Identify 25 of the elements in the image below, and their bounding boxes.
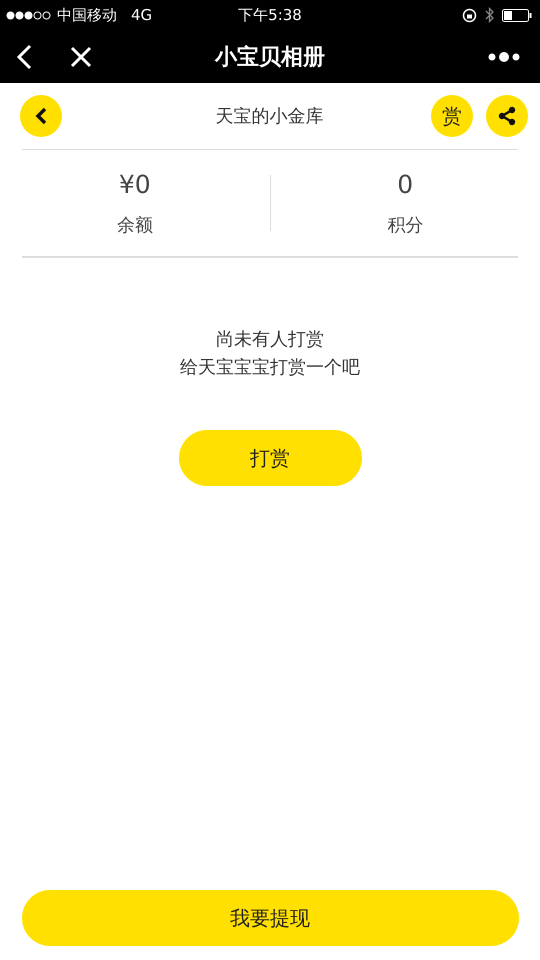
- nav-title: 小宝贝相册: [215, 44, 325, 72]
- network-type: 4G: [131, 6, 152, 24]
- back-icon: [34, 106, 48, 126]
- empty-message: 给天宝宝宝打赏一个吧: [180, 356, 360, 380]
- stat-label: 积分: [387, 214, 424, 236]
- reward-button[interactable]: 赏: [431, 95, 473, 137]
- stat-value: ¥0: [118, 170, 151, 198]
- withdraw-button[interactable]: 我要提现: [22, 890, 518, 946]
- share-button[interactable]: [486, 95, 528, 137]
- close-icon[interactable]: [70, 46, 92, 68]
- stat-value: 0: [397, 170, 414, 198]
- back-icon[interactable]: [16, 44, 32, 70]
- rotation-lock-icon: [462, 8, 477, 22]
- stat-label: 余额: [116, 214, 153, 236]
- battery-icon: [502, 8, 532, 22]
- bluetooth-icon: [485, 7, 494, 23]
- back-button[interactable]: [20, 95, 62, 137]
- empty-message: 尚未有人打赏: [216, 328, 324, 352]
- more-icon[interactable]: [488, 50, 520, 62]
- share-icon: [497, 106, 517, 126]
- page-title: 天宝的小金库: [214, 105, 324, 128]
- status-time: 下午5:38: [238, 6, 302, 24]
- carrier-name: 中国移动: [57, 6, 117, 24]
- signal-icon: [6, 10, 51, 20]
- reward-button[interactable]: 打赏: [178, 430, 362, 486]
